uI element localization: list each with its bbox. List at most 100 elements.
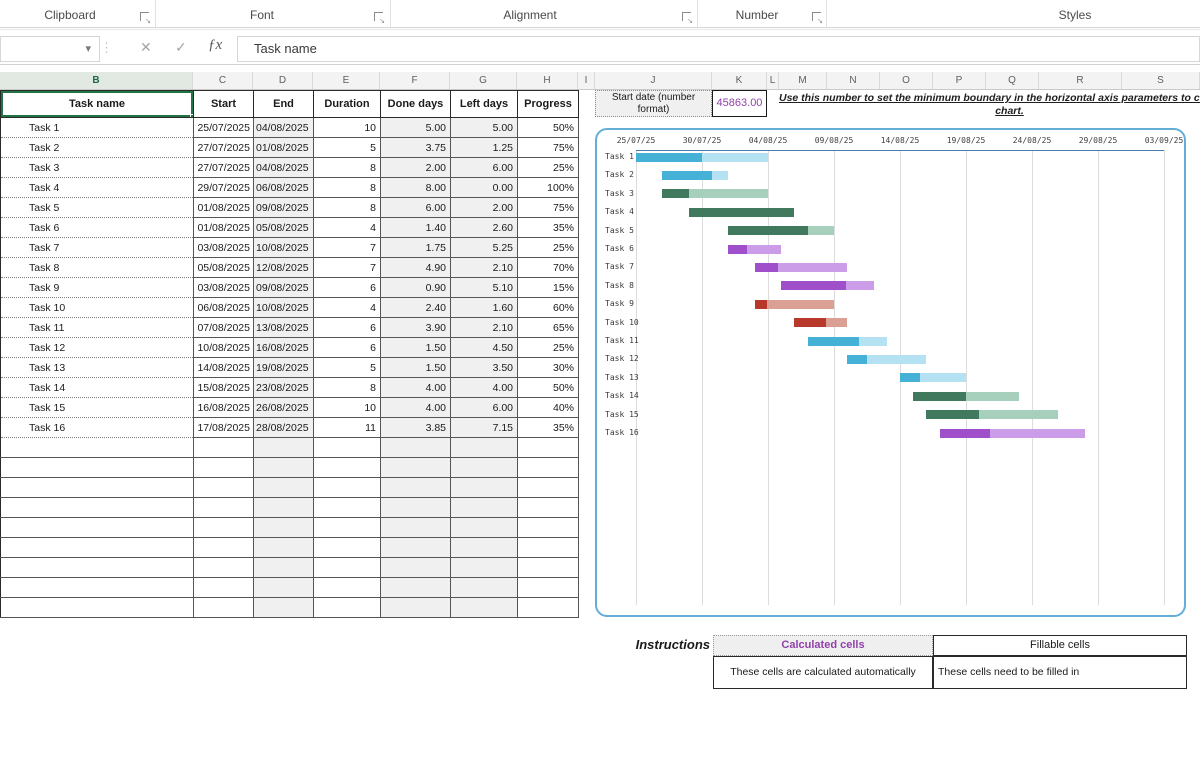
cell-empty[interactable] <box>518 578 579 598</box>
gantt-bar-left[interactable] <box>867 355 926 364</box>
cell-empty[interactable] <box>518 498 579 518</box>
column-header-H[interactable]: H <box>517 72 578 89</box>
cell-empty[interactable] <box>1 538 194 558</box>
column-header-S[interactable]: S <box>1122 72 1200 89</box>
cell-left[interactable]: 5.25 <box>451 238 518 258</box>
cell-left[interactable]: 0.00 <box>451 178 518 198</box>
cell-left[interactable]: 7.15 <box>451 418 518 438</box>
column-header-B[interactable]: B <box>0 72 193 89</box>
column-header-duration[interactable]: Duration <box>314 91 381 118</box>
cell-prog[interactable]: 50% <box>518 378 579 398</box>
cell-dur[interactable]: 10 <box>314 398 381 418</box>
gantt-bar-done[interactable] <box>728 245 746 254</box>
cell-end[interactable]: 23/08/2025 <box>254 378 314 398</box>
cell-name[interactable]: Task 11 <box>1 318 194 338</box>
cell-start[interactable]: 01/08/2025 <box>194 198 254 218</box>
gantt-bar-done[interactable] <box>662 171 712 180</box>
gantt-bar-left[interactable] <box>846 281 874 290</box>
cell-prog[interactable]: 75% <box>518 198 579 218</box>
legend-fillable-header-cell[interactable]: Fillable cells <box>933 635 1187 656</box>
cell-done[interactable]: 4.90 <box>381 258 451 278</box>
cell-empty[interactable] <box>451 498 518 518</box>
cell-dur[interactable]: 6 <box>314 278 381 298</box>
cell-end[interactable]: 10/08/2025 <box>254 238 314 258</box>
column-header-K[interactable]: K <box>712 72 767 89</box>
gantt-bar-left[interactable] <box>826 318 847 327</box>
cell-empty[interactable] <box>254 558 314 578</box>
column-header-L[interactable]: L <box>767 72 779 89</box>
cell-empty[interactable] <box>194 538 254 558</box>
cell-left[interactable]: 3.50 <box>451 358 518 378</box>
cell-empty[interactable] <box>518 438 579 458</box>
cell-empty[interactable] <box>381 598 451 618</box>
cell-prog[interactable]: 40% <box>518 398 579 418</box>
cell-name[interactable]: Task 3 <box>1 158 194 178</box>
insert-function-icon[interactable]: ƒx <box>208 37 222 54</box>
column-header-P[interactable]: P <box>933 72 986 89</box>
column-header-F[interactable]: F <box>380 72 450 89</box>
cell-name[interactable]: Task 13 <box>1 358 194 378</box>
cell-empty[interactable] <box>314 498 381 518</box>
cell-start[interactable]: 06/08/2025 <box>194 298 254 318</box>
cell-empty[interactable] <box>254 438 314 458</box>
gantt-bar-done[interactable] <box>900 373 920 382</box>
column-header-left-days[interactable]: Left days <box>451 91 518 118</box>
cell-dur[interactable]: 5 <box>314 138 381 158</box>
gantt-bar-done[interactable] <box>847 355 867 364</box>
cancel-icon[interactable]: ✕ <box>140 39 152 56</box>
confirm-icon[interactable]: ✓ <box>175 39 187 56</box>
cell-name[interactable]: Task 1 <box>1 118 194 138</box>
cell-done[interactable]: 1.50 <box>381 338 451 358</box>
cell-done[interactable]: 3.75 <box>381 138 451 158</box>
gantt-bar-done[interactable] <box>940 429 991 438</box>
cell-left[interactable]: 5.00 <box>451 118 518 138</box>
cell-left[interactable]: 4.00 <box>451 378 518 398</box>
dialog-launcher-icon[interactable] <box>374 12 383 21</box>
gantt-bar-done[interactable] <box>781 281 846 290</box>
cell-empty[interactable] <box>518 598 579 618</box>
column-header-D[interactable]: D <box>253 72 313 89</box>
cell-dur[interactable]: 5 <box>314 358 381 378</box>
cell-left[interactable]: 2.10 <box>451 258 518 278</box>
cell-prog[interactable]: 35% <box>518 418 579 438</box>
cell-empty[interactable] <box>1 558 194 578</box>
cell-name[interactable]: Task 16 <box>1 418 194 438</box>
cell-prog[interactable]: 70% <box>518 258 579 278</box>
column-header-start[interactable]: Start <box>194 91 254 118</box>
gantt-bar-done[interactable] <box>662 189 688 198</box>
cell-empty[interactable] <box>381 538 451 558</box>
cell-end[interactable]: 10/08/2025 <box>254 298 314 318</box>
cell-empty[interactable] <box>194 498 254 518</box>
cell-empty[interactable] <box>314 518 381 538</box>
cell-start[interactable]: 29/07/2025 <box>194 178 254 198</box>
cell-prog[interactable]: 75% <box>518 138 579 158</box>
cell-name[interactable]: Task 5 <box>1 198 194 218</box>
cell-empty[interactable] <box>194 458 254 478</box>
cell-start[interactable]: 16/08/2025 <box>194 398 254 418</box>
column-header-J[interactable]: J <box>595 72 712 89</box>
cell-prog[interactable]: 50% <box>518 118 579 138</box>
cell-prog[interactable]: 60% <box>518 298 579 318</box>
cell-empty[interactable] <box>254 498 314 518</box>
gantt-bar-left[interactable] <box>979 410 1058 419</box>
dialog-launcher-icon[interactable] <box>140 12 149 21</box>
cell-start[interactable]: 17/08/2025 <box>194 418 254 438</box>
cell-empty[interactable] <box>194 478 254 498</box>
gantt-bar-done[interactable] <box>808 337 859 346</box>
cell-empty[interactable] <box>381 458 451 478</box>
cell-dur[interactable]: 8 <box>314 378 381 398</box>
column-header-end[interactable]: End <box>254 91 314 118</box>
gantt-bar-left[interactable] <box>920 373 966 382</box>
cell-empty[interactable] <box>1 578 194 598</box>
gantt-bar-done[interactable] <box>913 392 966 401</box>
cell-name[interactable]: Task 14 <box>1 378 194 398</box>
cell-end[interactable]: 09/08/2025 <box>254 198 314 218</box>
cell-empty[interactable] <box>451 598 518 618</box>
cell-dur[interactable]: 4 <box>314 298 381 318</box>
cell-empty[interactable] <box>254 518 314 538</box>
dialog-launcher-icon[interactable] <box>812 12 821 21</box>
cell-start[interactable]: 03/08/2025 <box>194 278 254 298</box>
cell-end[interactable]: 06/08/2025 <box>254 178 314 198</box>
cell-prog[interactable]: 25% <box>518 238 579 258</box>
cell-end[interactable]: 19/08/2025 <box>254 358 314 378</box>
